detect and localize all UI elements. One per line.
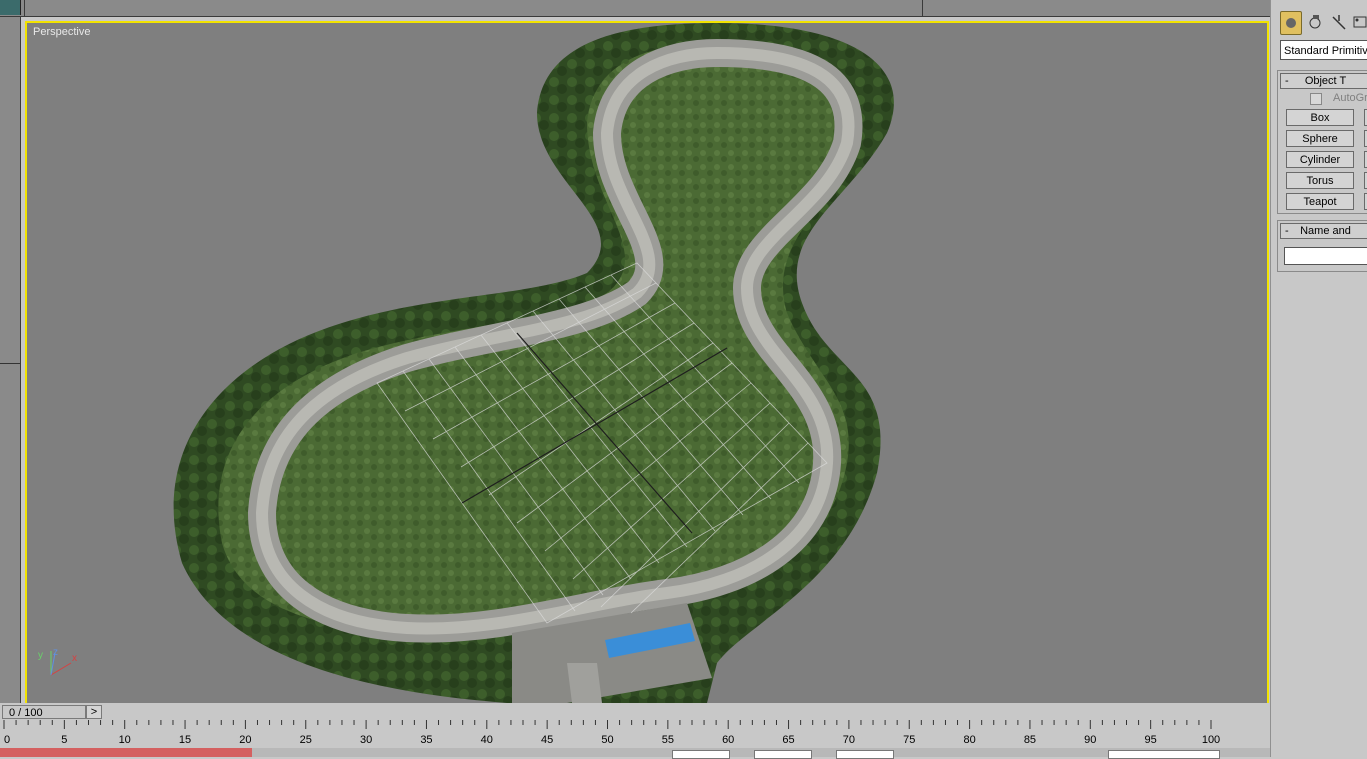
- ruler-tick-label: 65: [782, 734, 795, 746]
- autogrid-checkbox[interactable]: [1310, 93, 1322, 105]
- modify-icon: [1309, 15, 1321, 29]
- status-field[interactable]: [672, 750, 730, 759]
- ruler-tick-label: 90: [1084, 734, 1097, 746]
- time-slider[interactable]: 0 / 100 >: [0, 703, 1270, 720]
- next-frame-button[interactable]: >: [86, 705, 102, 719]
- ruler-tick-label: 25: [299, 734, 312, 746]
- ruler-tick-label: 5: [61, 734, 68, 746]
- ruler-tick-label: 40: [480, 734, 493, 746]
- autogrid-label: AutoGr: [1333, 92, 1367, 104]
- torus-button[interactable]: Torus: [1286, 172, 1354, 189]
- status-field[interactable]: [754, 750, 812, 759]
- cylinder-button[interactable]: Cylinder: [1286, 151, 1354, 168]
- ruler-tick-label: 70: [842, 734, 856, 746]
- axis-label-y: y: [38, 650, 43, 661]
- ruler-tick-label: 100: [1201, 734, 1221, 746]
- pit-lane: [567, 663, 602, 703]
- name-and-color-rollout: - Name and: [1277, 220, 1367, 272]
- viewport-thumbnail-icon[interactable]: [0, 0, 21, 15]
- status-field[interactable]: [1108, 750, 1220, 759]
- box-button[interactable]: Box: [1286, 109, 1354, 126]
- axis-label-x: x: [72, 653, 77, 664]
- viewport-top-bar: [0, 0, 1270, 17]
- motion-tab[interactable]: [1351, 11, 1367, 33]
- collapse-icon[interactable]: -: [1285, 224, 1289, 238]
- ruler-tick-label: 85: [1023, 734, 1037, 746]
- track-bar-ruler[interactable]: 0 5 10 15 20 25 30 35 40 45 50 55 60 65 70 75 80 85 90 95 10…: [0, 720, 1270, 748]
- scene-render[interactable]: [27, 23, 1267, 703]
- ruler-tick-label: 0: [4, 734, 11, 746]
- object-type-title: Object T: [1304, 75, 1347, 87]
- hierarchy-tab[interactable]: [1329, 11, 1349, 33]
- ruler-tick-label: 55: [661, 734, 674, 746]
- ruler-tick-label: 10: [118, 734, 131, 746]
- modify-tab[interactable]: [1305, 11, 1325, 33]
- motion-icon: [1353, 16, 1367, 28]
- name-and-color-title: Name and: [1300, 225, 1351, 237]
- ruler-tick-label: 80: [963, 734, 976, 746]
- status-indicator: [0, 748, 252, 757]
- teapot-button[interactable]: Teapot: [1286, 193, 1354, 210]
- ruler-tick-label: 45: [541, 734, 554, 746]
- status-field[interactable]: [836, 750, 894, 759]
- hierarchy-icon: [1332, 15, 1346, 30]
- sphere-button[interactable]: Sphere: [1286, 130, 1354, 147]
- create-tab[interactable]: [1280, 11, 1302, 35]
- object-type-header[interactable]: - Object T: [1280, 73, 1367, 89]
- axis-label-z: z: [53, 647, 58, 658]
- ruler-tick-label: 75: [903, 734, 916, 746]
- viewport-label[interactable]: Perspective: [33, 26, 90, 38]
- divider: [0, 363, 20, 364]
- frame-display[interactable]: 0 / 100: [2, 705, 86, 719]
- object-type-rollout: - Object T AutoGr Box Sphere Cylinder To…: [1277, 70, 1367, 214]
- command-panel: Standard Primitive - Object T AutoGr Box…: [1270, 0, 1367, 757]
- ruler-tick-label: 15: [178, 734, 192, 746]
- perspective-viewport[interactable]: Perspective y z x: [25, 21, 1269, 705]
- ruler-tick-label: 35: [420, 734, 433, 746]
- name-and-color-header[interactable]: - Name and: [1280, 223, 1367, 239]
- category-select[interactable]: Standard Primitive: [1280, 40, 1367, 60]
- ruler-tick-label: 60: [722, 734, 735, 746]
- ruler-tick-label: 20: [239, 734, 252, 746]
- ruler-tick-label: 50: [601, 734, 614, 746]
- ruler-tick-label: 95: [1144, 734, 1157, 746]
- divider: [922, 0, 923, 16]
- collapse-icon[interactable]: -: [1285, 74, 1289, 88]
- sphere-icon: [1286, 18, 1296, 28]
- ruler-tick-label: 30: [359, 734, 373, 746]
- object-name-input[interactable]: [1284, 247, 1367, 265]
- divider: [24, 0, 25, 16]
- viewport-left-bar: [0, 17, 21, 703]
